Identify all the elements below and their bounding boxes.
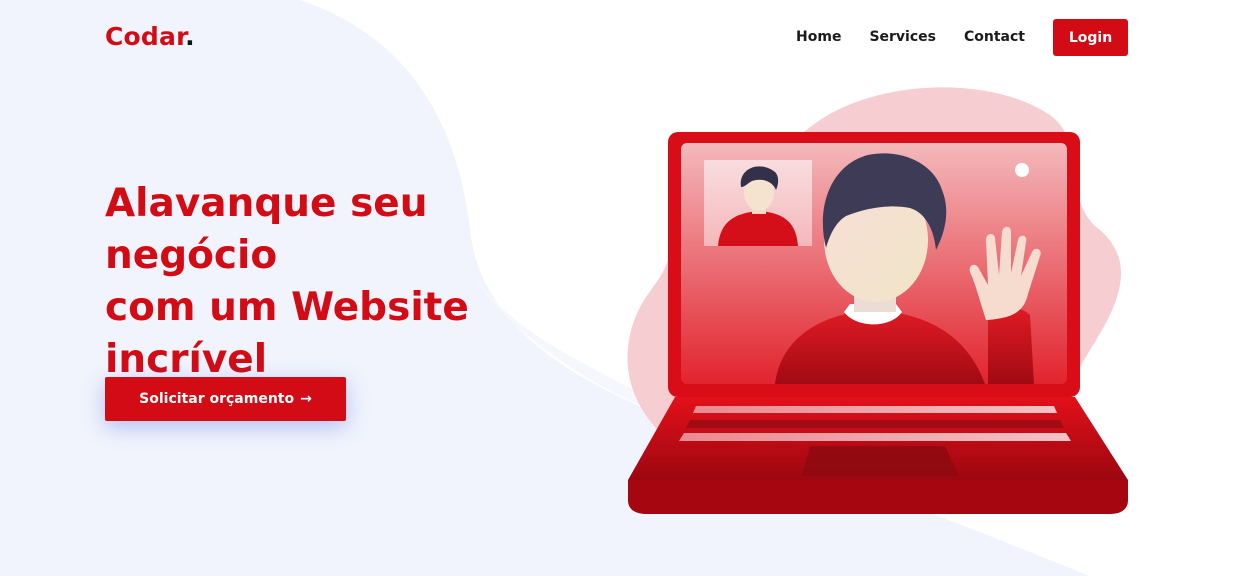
nav-link-services[interactable]: Services	[869, 19, 936, 56]
nav-link-contact[interactable]: Contact	[964, 19, 1025, 56]
logo-dot: .	[185, 22, 195, 51]
hero-title: Alavanque seu negócio com um Website incrí…	[105, 178, 605, 386]
nav-link-home[interactable]: Home	[796, 19, 841, 56]
request-quote-label: Solicitar orçamento	[139, 391, 295, 407]
arrow-right-icon: →	[300, 391, 312, 407]
hero-title-line-3: incrível	[105, 337, 268, 382]
site-header: Codar. Home Services Contact Login	[0, 0, 1234, 76]
camera-dot-icon	[1015, 163, 1029, 177]
hero-title-line-2: com um Website	[105, 285, 469, 330]
request-quote-button[interactable]: Solicitar orçamento →	[105, 377, 346, 421]
logo[interactable]: Codar.	[105, 22, 195, 51]
landing-page: Codar. Home Services Contact Login Alava…	[0, 0, 1234, 576]
login-button[interactable]: Login	[1053, 19, 1128, 56]
video-call-laptop-illustration	[627, 87, 1128, 514]
laptop-trackpad	[802, 446, 959, 476]
main-nav: Home Services Contact Login	[796, 19, 1128, 56]
hero-title-line-1: Alavanque seu negócio	[105, 181, 428, 278]
logo-text: Codar	[105, 22, 186, 51]
